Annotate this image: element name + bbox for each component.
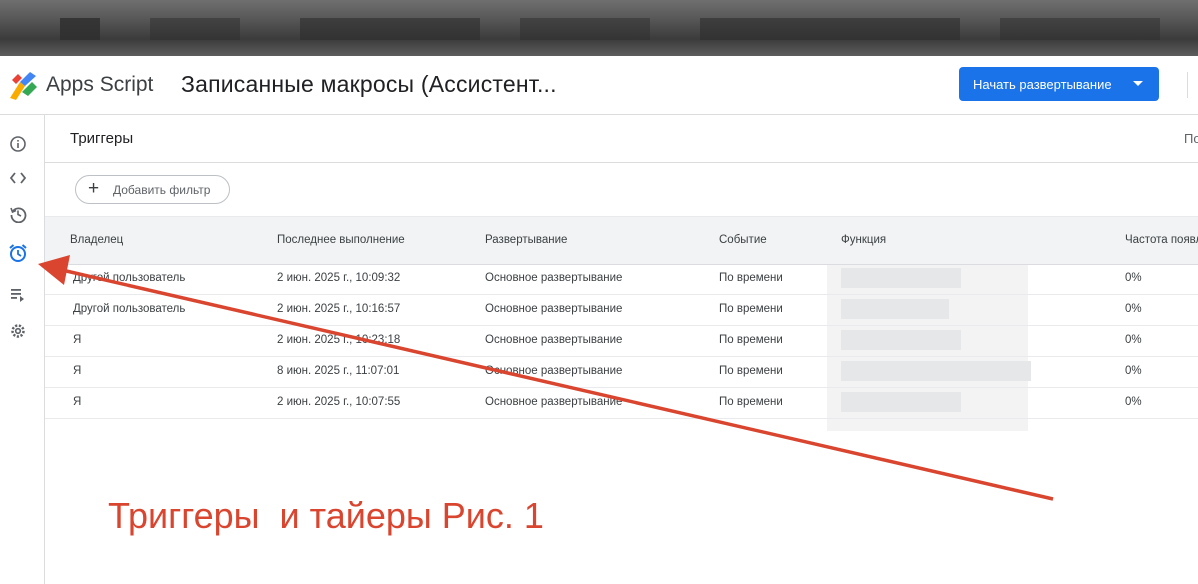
- table-header: Владелец Последнее выполнение Развертыва…: [45, 216, 1198, 265]
- app-name: Apps Script: [46, 73, 154, 96]
- cell-owner: Другой пользователь: [73, 272, 186, 284]
- sidebar-item-settings[interactable]: [7, 320, 29, 342]
- column-header-event[interactable]: Событие: [719, 234, 767, 246]
- annotation-caption: Триггеры и тайеры Рис. 1: [108, 495, 544, 536]
- cell-function-blurred: [841, 392, 961, 412]
- table-row[interactable]: Другой пользователь 2 июн. 2025 г., 10:1…: [45, 294, 1198, 326]
- cell-deployment: Основное развертывание: [485, 396, 623, 408]
- app-header: Apps Script Записанные макросы (Ассистен…: [0, 56, 1198, 115]
- column-header-deployment[interactable]: Развертывание: [485, 234, 567, 246]
- gear-icon: [11, 324, 25, 338]
- cell-last-run: 2 июн. 2025 г., 10:16:57: [277, 303, 401, 315]
- cell-rate: 0%: [1125, 334, 1142, 346]
- alarm-clock-icon: [9, 244, 27, 262]
- cell-owner: Я: [73, 365, 82, 377]
- column-header-rate[interactable]: Частота появл: [1125, 234, 1198, 246]
- cell-rate: 0%: [1125, 365, 1142, 377]
- cell-owner: Я: [73, 334, 82, 346]
- cell-rate: 0%: [1125, 303, 1142, 315]
- sidebar: [0, 115, 45, 584]
- sidebar-item-triggers[interactable]: [7, 242, 29, 264]
- cell-last-run: 8 июн. 2025 г., 11:07:01: [277, 365, 400, 377]
- sidebar-item-history[interactable]: [7, 203, 29, 225]
- page-title: Триггеры: [70, 130, 134, 147]
- table-row[interactable]: Я 2 июн. 2025 г., 10:07:55 Основное разв…: [45, 387, 1198, 419]
- page-header-action[interactable]: По: [1184, 131, 1198, 146]
- cell-last-run: 2 июн. 2025 г., 10:07:55: [277, 396, 401, 408]
- cell-owner: Другой пользователь: [73, 303, 186, 315]
- table-row[interactable]: Другой пользователь 2 июн. 2025 г., 10:0…: [45, 263, 1198, 295]
- project-title[interactable]: Записанные макросы (Ассистент...: [181, 71, 557, 98]
- cell-deployment: Основное развертывание: [485, 365, 623, 377]
- sidebar-item-executions[interactable]: [7, 283, 29, 305]
- deploy-button-label: Начать развертывание: [973, 76, 1112, 92]
- chevron-down-icon[interactable]: [1133, 81, 1143, 86]
- cell-event: По времени: [719, 303, 783, 315]
- header-divider: [1187, 72, 1188, 98]
- sidebar-item-overview[interactable]: [7, 133, 29, 155]
- cell-deployment: Основное развертывание: [485, 272, 623, 284]
- cell-event: По времени: [719, 365, 783, 377]
- info-icon: [10, 136, 26, 152]
- sidebar-item-editor[interactable]: [7, 167, 29, 189]
- cell-function-blurred: [841, 299, 949, 319]
- column-header-last-run[interactable]: Последнее выполнение: [277, 234, 405, 246]
- cell-function-blurred: [841, 361, 1031, 381]
- page-header: Триггеры По: [45, 115, 1198, 163]
- cell-owner: Я: [73, 396, 82, 408]
- deploy-button[interactable]: Начать развертывание: [959, 67, 1159, 101]
- table-row[interactable]: Я 8 июн. 2025 г., 11:07:01 Основное разв…: [45, 356, 1198, 388]
- apps-script-logo-icon[interactable]: [6, 68, 40, 102]
- cell-event: По времени: [719, 334, 783, 346]
- cell-event: По времени: [719, 272, 783, 284]
- column-header-function[interactable]: Функция: [841, 234, 886, 246]
- plus-icon: +: [88, 178, 100, 199]
- code-icon: [9, 172, 27, 184]
- cell-last-run: 2 июн. 2025 г., 10:09:32: [277, 272, 401, 284]
- column-header-owner[interactable]: Владелец: [70, 234, 123, 246]
- cell-last-run: 2 июн. 2025 г., 10:23:18: [277, 334, 401, 346]
- cell-rate: 0%: [1125, 272, 1142, 284]
- cell-deployment: Основное развертывание: [485, 334, 623, 346]
- history-icon: [10, 207, 27, 223]
- browser-chrome-blurred: [0, 0, 1198, 56]
- add-filter-label: Добавить фильтр: [113, 183, 211, 197]
- cell-deployment: Основное развертывание: [485, 303, 623, 315]
- cell-rate: 0%: [1125, 396, 1142, 408]
- cell-function-blurred: [841, 268, 961, 288]
- cell-event: По времени: [719, 396, 783, 408]
- table-row[interactable]: Я 2 июн. 2025 г., 10:23:18 Основное разв…: [45, 325, 1198, 357]
- add-filter-button[interactable]: + Добавить фильтр: [75, 175, 230, 204]
- cell-function-blurred: [841, 330, 961, 350]
- executions-icon: [11, 289, 24, 302]
